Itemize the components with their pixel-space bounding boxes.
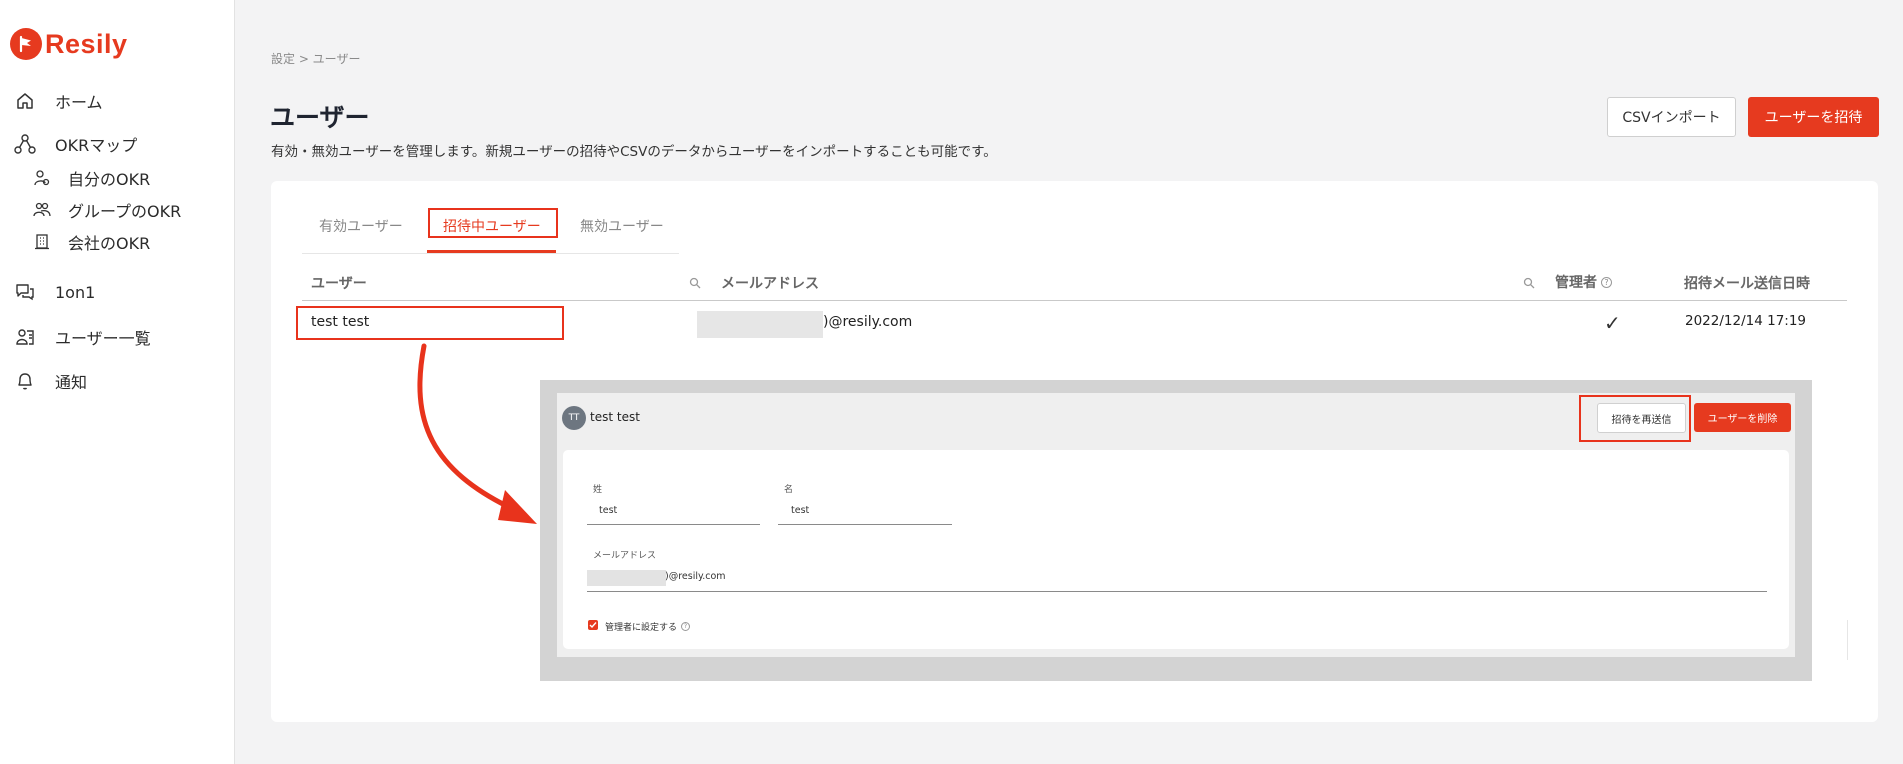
email-underline — [587, 591, 1767, 592]
sidebar-item-label: OKRマップ — [55, 136, 138, 155]
table-cell-email: )@resily.com — [823, 314, 913, 330]
table-header-divider — [302, 300, 1847, 301]
sidebar-item-group-okr[interactable]: グループのOKR — [33, 198, 181, 222]
admin-checkbox-text: 管理者に設定する — [605, 623, 678, 633]
help-icon[interactable]: ? — [1601, 277, 1612, 288]
building-icon — [33, 233, 51, 251]
admin-checkbox[interactable] — [588, 620, 598, 630]
email-field[interactable]: )@resily.com — [665, 571, 726, 582]
tab-inactive-users[interactable]: 無効ユーザー — [580, 216, 664, 236]
column-header-admin: 管理者? — [1555, 272, 1612, 292]
home-icon — [14, 90, 36, 112]
invite-user-button[interactable]: ユーザーを招待 — [1748, 97, 1879, 137]
tab-active-users[interactable]: 有効ユーザー — [319, 216, 403, 236]
sidebar-item-label: 通知 — [55, 373, 88, 392]
csv-import-button[interactable]: CSVインポート — [1607, 97, 1736, 137]
help-icon[interactable]: ? — [681, 622, 691, 631]
redacted-email-block — [697, 311, 823, 338]
column-header-sent-at: 招待メール送信日時 — [1684, 276, 1810, 292]
table-cell-sent-at: 2022/12/14 17:19 — [1685, 313, 1807, 329]
sidebar-item-company-okr[interactable]: 会社のOKR — [33, 230, 150, 254]
sidebar-item-label: ユーザー一覧 — [55, 329, 151, 348]
sidebar: Resily ホーム OKRマップ 自分のOKR グループのOKR 会社のOKR — [0, 0, 235, 764]
first-name-label: 名 — [784, 485, 794, 495]
okr-map-icon — [14, 133, 36, 155]
tabs-divider — [302, 253, 679, 254]
delete-user-button[interactable]: ユーザーを削除 — [1694, 403, 1791, 432]
avatar: TT — [562, 406, 586, 430]
sidebar-item-label: 会社のOKR — [68, 234, 151, 253]
highlight-box-user — [296, 306, 564, 340]
my-okr-icon — [33, 169, 51, 187]
breadcrumb: 設定 > ユーザー — [271, 52, 361, 66]
first-name-field[interactable]: test — [791, 505, 809, 516]
active-tab-indicator — [427, 250, 556, 253]
sidebar-item-label: ホーム — [55, 93, 103, 112]
last-name-underline — [587, 524, 760, 525]
page-title: ユーザー — [270, 103, 370, 132]
column-header-user: ユーザー — [311, 276, 367, 292]
users-list-icon — [14, 326, 36, 348]
admin-checkbox-label: 管理者に設定する? — [605, 620, 691, 633]
highlight-box-tab — [428, 208, 558, 238]
sidebar-item-users[interactable]: ユーザー一覧 — [14, 325, 151, 349]
flag-logo-icon — [10, 28, 42, 60]
last-name-label: 姓 — [593, 485, 603, 495]
brand-name: Resily — [45, 28, 128, 59]
last-name-field[interactable]: test — [599, 505, 617, 516]
sidebar-item-okr-map[interactable]: OKRマップ — [14, 132, 137, 156]
search-icon[interactable] — [1523, 274, 1535, 293]
sidebar-item-label: 自分のOKR — [68, 170, 151, 189]
divider — [1847, 620, 1848, 660]
redacted-email-block — [587, 570, 666, 586]
first-name-underline — [778, 524, 952, 525]
bell-icon — [14, 370, 36, 392]
email-label: メールアドレス — [593, 551, 657, 561]
resily-logo[interactable]: Resily — [10, 28, 128, 60]
sidebar-item-label: 1on1 — [55, 282, 96, 302]
group-icon — [33, 201, 51, 219]
highlight-box-resend — [1579, 395, 1691, 442]
column-header-email: メールアドレス — [721, 276, 819, 292]
chat-icon — [14, 281, 36, 303]
sidebar-item-my-okr[interactable]: 自分のOKR — [33, 166, 150, 190]
sidebar-item-notifications[interactable]: 通知 — [14, 369, 87, 393]
page-description: 有効・無効ユーザーを管理します。新規ユーザーの招待やCSVのデータからユーザーを… — [271, 144, 997, 160]
sidebar-item-home[interactable]: ホーム — [14, 89, 103, 113]
user-edit-form — [563, 450, 1789, 649]
column-header-admin-label: 管理者 — [1555, 275, 1597, 291]
sidebar-item-1on1[interactable]: 1on1 — [14, 281, 95, 303]
sidebar-item-label: グループのOKR — [68, 202, 182, 221]
detail-user-name: test test — [590, 410, 640, 424]
admin-check-icon: ✓ — [1604, 311, 1621, 335]
search-icon[interactable] — [689, 274, 701, 293]
